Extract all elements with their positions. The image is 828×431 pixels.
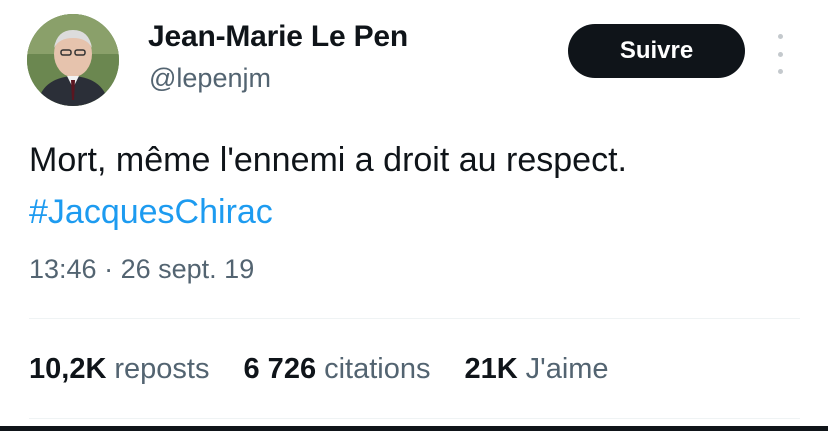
tweet-card: Jean-Marie Le Pen @lepenjm Suivre Mort, … [0, 0, 828, 431]
stat-likes[interactable]: 21K J'aime [464, 353, 608, 386]
follow-button[interactable]: Suivre [568, 24, 745, 78]
stat-quotes[interactable]: 6 726 citations [244, 353, 431, 386]
dot [777, 69, 783, 74]
tweet-timestamp[interactable]: 13:46 · 26 sept. 19 [29, 254, 254, 285]
author-handle[interactable]: @lepenjm [149, 63, 271, 94]
stat-value: 6 726 [243, 353, 317, 385]
stat-label: J'aime [525, 353, 609, 385]
stat-value: 21K [464, 353, 518, 385]
bottom-edge [0, 426, 828, 431]
divider [29, 418, 800, 419]
author-name[interactable]: Jean-Marie Le Pen [148, 20, 408, 54]
profile-photo-icon [27, 14, 119, 106]
stat-label: reposts [114, 353, 210, 385]
tweet-time: 13:46 [29, 254, 97, 284]
engagement-stats: 10,2K reposts 6 726 citations 21K J'aime [29, 353, 643, 386]
stat-label: citations [324, 353, 431, 385]
hashtag-link[interactable]: #JacquesChirac [29, 186, 627, 238]
meta-separator: · [104, 254, 114, 284]
tweet-body: Mort, même l'ennemi a droit au respect. … [29, 134, 627, 238]
tweet-date: 26 sept. 19 [120, 254, 255, 284]
stat-reposts[interactable]: 10,2K reposts [29, 353, 210, 386]
stat-value: 10,2K [29, 353, 107, 385]
more-options-icon[interactable] [770, 34, 790, 74]
divider [29, 318, 800, 319]
tweet-text: Mort, même l'ennemi a droit au respect. [29, 141, 627, 179]
avatar[interactable] [27, 14, 119, 106]
dot [777, 34, 783, 39]
dot [777, 51, 783, 57]
